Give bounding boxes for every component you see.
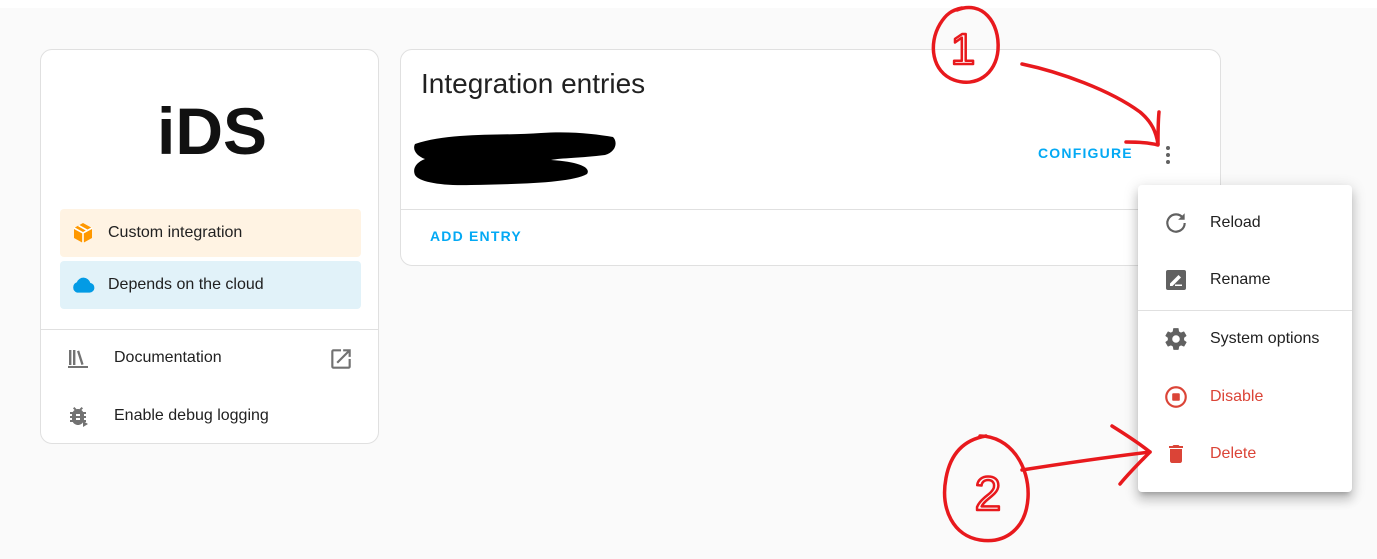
overflow-menu-icon[interactable] (1156, 143, 1180, 167)
integration-logo: iDS (157, 98, 267, 160)
custom-integration-badge: Custom integration (60, 209, 361, 257)
integration-info-card: iDS Custom integration Depends on the cl… (40, 49, 379, 444)
enable-debug-logging-link[interactable]: Enable debug logging (41, 392, 378, 440)
rename-icon (1163, 267, 1189, 293)
documentation-link[interactable]: Documentation (41, 334, 378, 382)
reload-icon (1163, 210, 1189, 236)
menu-item-system-options[interactable]: System options (1138, 311, 1352, 367)
trash-icon (1163, 441, 1189, 467)
divider (41, 329, 378, 330)
open-in-new-icon (331, 349, 351, 369)
add-entry-button[interactable]: ADD ENTRY (430, 228, 522, 244)
svg-text:2: 2 (975, 468, 1002, 521)
stop-circle-icon (1163, 384, 1189, 410)
top-bar (0, 0, 1377, 8)
custom-integration-label: Custom integration (108, 224, 243, 241)
menu-item-label: Reload (1210, 214, 1261, 231)
menu-item-label: Rename (1210, 271, 1271, 288)
menu-item-label: Disable (1210, 388, 1264, 405)
gear-icon (1163, 326, 1189, 352)
page-title: Integration entries (421, 68, 646, 99)
menu-item-rename[interactable]: Rename (1138, 252, 1352, 308)
enable-debug-logging-label: Enable debug logging (114, 407, 269, 424)
documentation-label: Documentation (114, 349, 222, 366)
configure-button[interactable]: CONFIGURE (1038, 145, 1133, 161)
integration-entries-card: Integration entries CONFIGURE ADD ENTRY (400, 49, 1221, 266)
redacted-entry-name (414, 132, 616, 186)
bug-icon (65, 403, 91, 429)
svg-text:iDS: iDS (157, 98, 267, 160)
cloud-icon (70, 272, 96, 298)
annotation-step-2: 2 (942, 434, 1030, 543)
menu-item-disable[interactable]: Disable (1138, 369, 1352, 425)
annotation-arrow-2 (1020, 424, 1152, 486)
cloud-dependency-label: Depends on the cloud (108, 276, 264, 293)
divider (401, 209, 1220, 210)
menu-item-label: System options (1210, 330, 1320, 347)
cloud-dependency-badge: Depends on the cloud (60, 261, 361, 309)
menu-item-delete[interactable]: Delete (1138, 426, 1352, 482)
package-icon (70, 220, 96, 246)
menu-item-reload[interactable]: Reload (1138, 195, 1352, 251)
menu-item-label: Delete (1210, 445, 1257, 462)
entry-options-menu: Reload Rename System options Disable Del… (1138, 185, 1352, 492)
book-shelf-icon (65, 345, 91, 371)
